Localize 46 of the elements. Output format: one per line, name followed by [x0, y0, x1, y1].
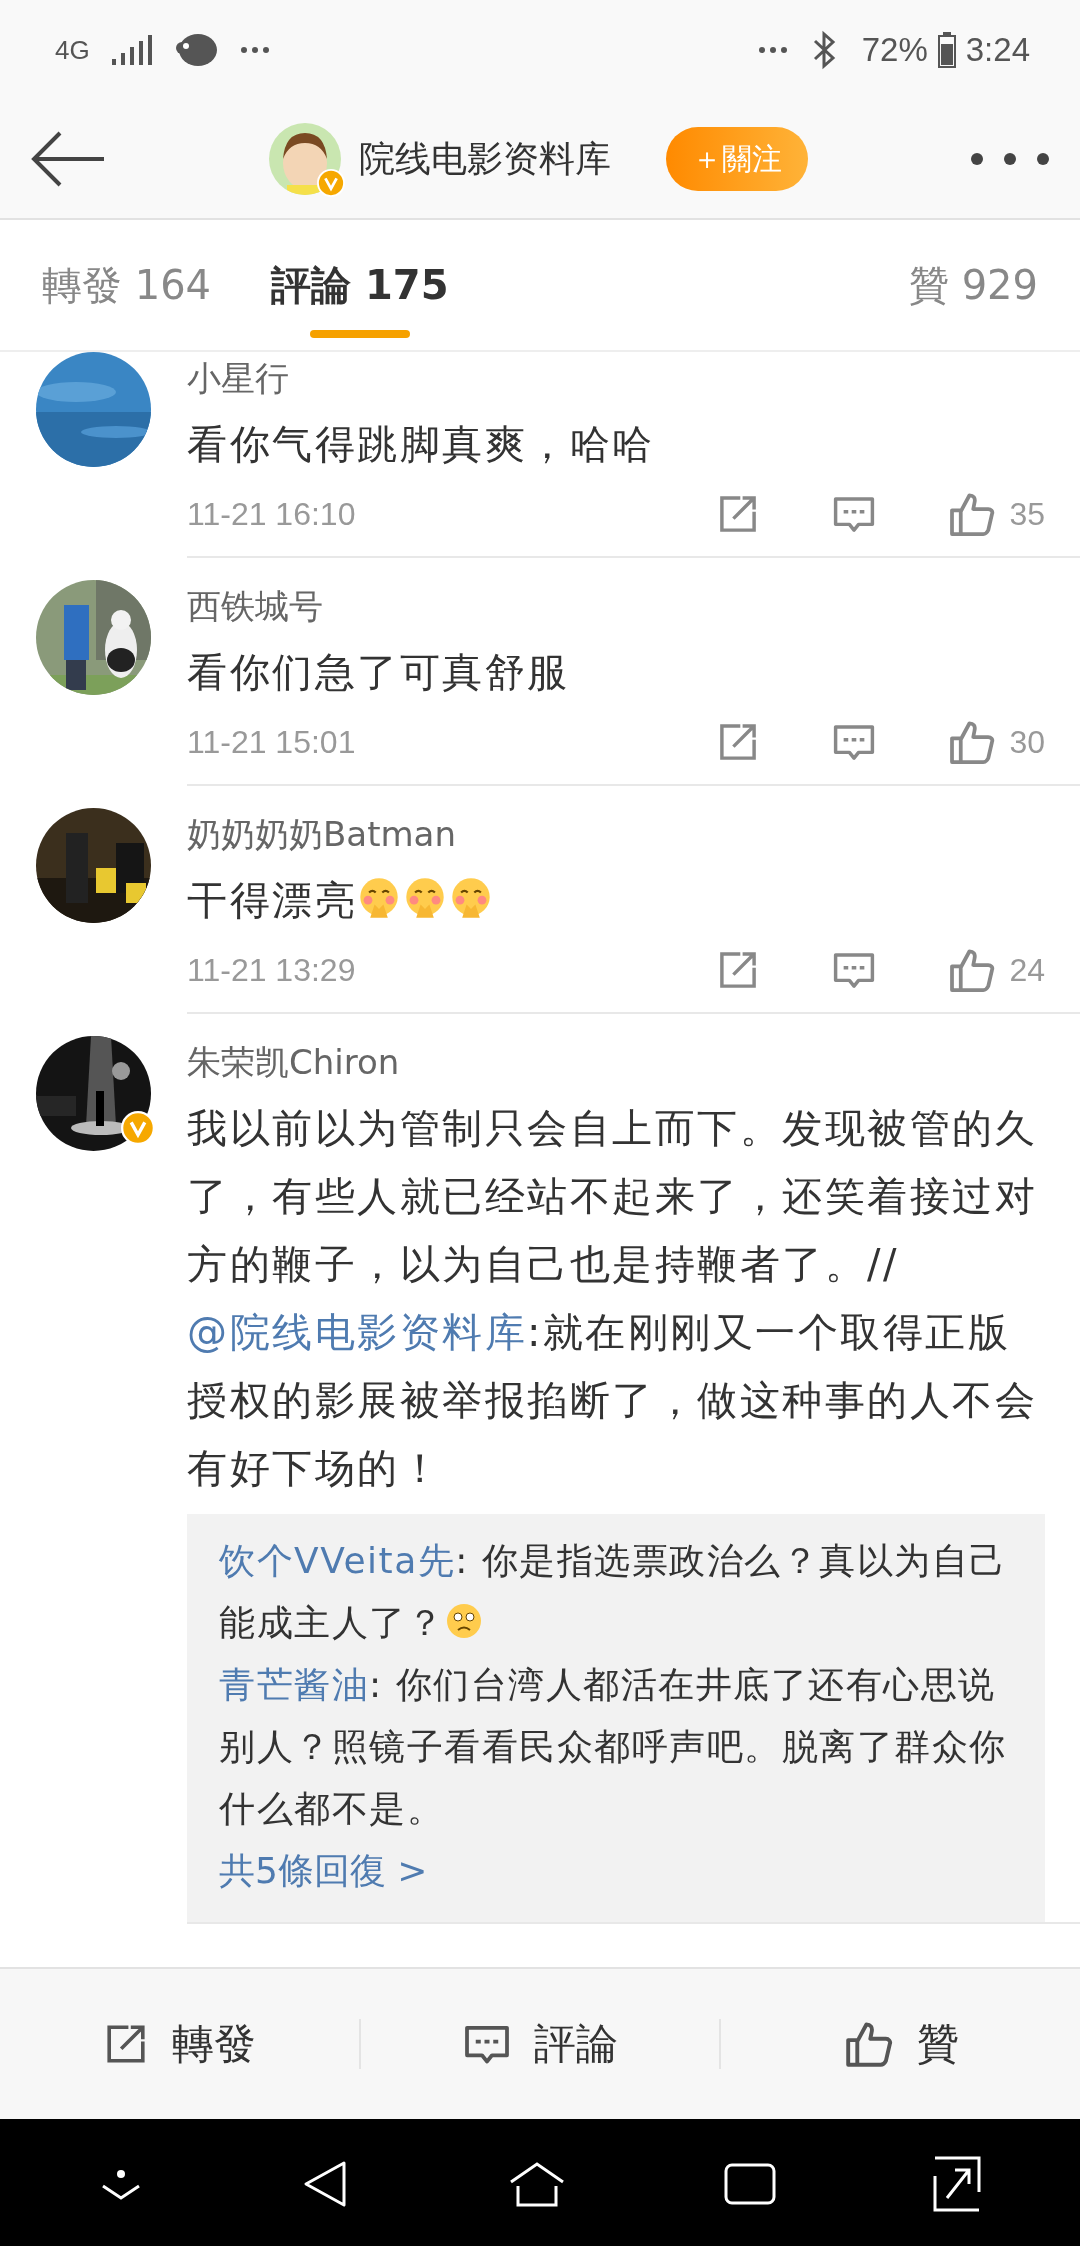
signal-icon	[111, 35, 152, 65]
more-icon[interactable]	[970, 152, 1050, 166]
expand-icon[interactable]	[933, 2155, 982, 2212]
username[interactable]: 西铁城号	[187, 580, 1045, 632]
emoji-icon	[444, 1601, 484, 1641]
username[interactable]: 奶奶奶奶Batman	[187, 808, 1045, 860]
username[interactable]: 小星行	[187, 352, 1045, 404]
tab[interactable]: 評論 175	[271, 220, 449, 350]
like-button[interactable]: 贊	[721, 1969, 1080, 2119]
more-icon	[757, 46, 788, 54]
back-arrow-icon[interactable]	[30, 129, 106, 189]
more-replies-link[interactable]: 共5條回復 >	[219, 1840, 1015, 1902]
timestamp: 11-21 15:01	[187, 723, 356, 761]
username[interactable]: 朱荣凯Chiron	[187, 1036, 1045, 1088]
comment-button[interactable]: 評論	[360, 1969, 720, 2119]
emoji-icon	[357, 876, 401, 920]
repost-button[interactable]: 轉發	[0, 1969, 359, 2119]
verified-badge-icon	[121, 1111, 155, 1145]
mention-link[interactable]: @院线电影资料库	[187, 1309, 527, 1355]
battery-percent: 72%	[861, 31, 928, 69]
recent-apps-icon[interactable]	[723, 2162, 776, 2205]
clock: 3:24	[965, 31, 1030, 69]
comment-text: 我以前以为管制只会自上而下。发现被管的久了，有些人就已经站不起来了，还笑着接过对方的鞭子，以为自己也是持鞭者了。// @院线电影资料库:就在刚刚又一个取得正版授权的影展被举报掐断了，做这种事的人不会有好下场的！	[187, 1104, 1038, 1493]
notification-icon	[173, 32, 218, 68]
tab[interactable]: 轉發 164	[42, 220, 212, 350]
emoji-icon	[449, 876, 493, 920]
more-icon	[239, 46, 270, 54]
verified-badge-icon	[316, 169, 345, 197]
timestamp: 11-21 16:10	[187, 495, 356, 533]
comment-text: 干得漂亮	[187, 866, 1045, 934]
battery-icon	[937, 32, 956, 68]
emoji-icon	[403, 876, 447, 920]
bluetooth-icon	[811, 30, 838, 70]
comment-text: 看你们急了可真舒服	[187, 648, 571, 697]
timestamp: 11-21 13:29	[187, 951, 356, 989]
comment-text: 看你气得跳脚真爽，哈哈	[187, 420, 656, 469]
account-name[interactable]: 院线电影资料库	[358, 134, 611, 184]
reply-username[interactable]: 青芒酱油	[219, 1664, 369, 1705]
reply-text: 青芒酱油: 你们台湾人都活在井底了还有心思说别人？照镜子看看民众都呼声吧。脱离了群众你什么都不是。	[219, 1663, 1008, 1831]
like-button[interactable]: 24	[947, 945, 1045, 995]
like-button[interactable]: 30	[947, 717, 1045, 767]
tab[interactable]: 贊 929	[908, 220, 1038, 350]
reply-text: 饮个VVeita先: 你是指选票政治么？真以为自己能成主人了？	[219, 1539, 1008, 1645]
like-button[interactable]: 35	[947, 489, 1045, 539]
network-indicator: 4G	[55, 34, 90, 66]
reply-username[interactable]: 饮个VVeita先	[219, 1540, 456, 1581]
